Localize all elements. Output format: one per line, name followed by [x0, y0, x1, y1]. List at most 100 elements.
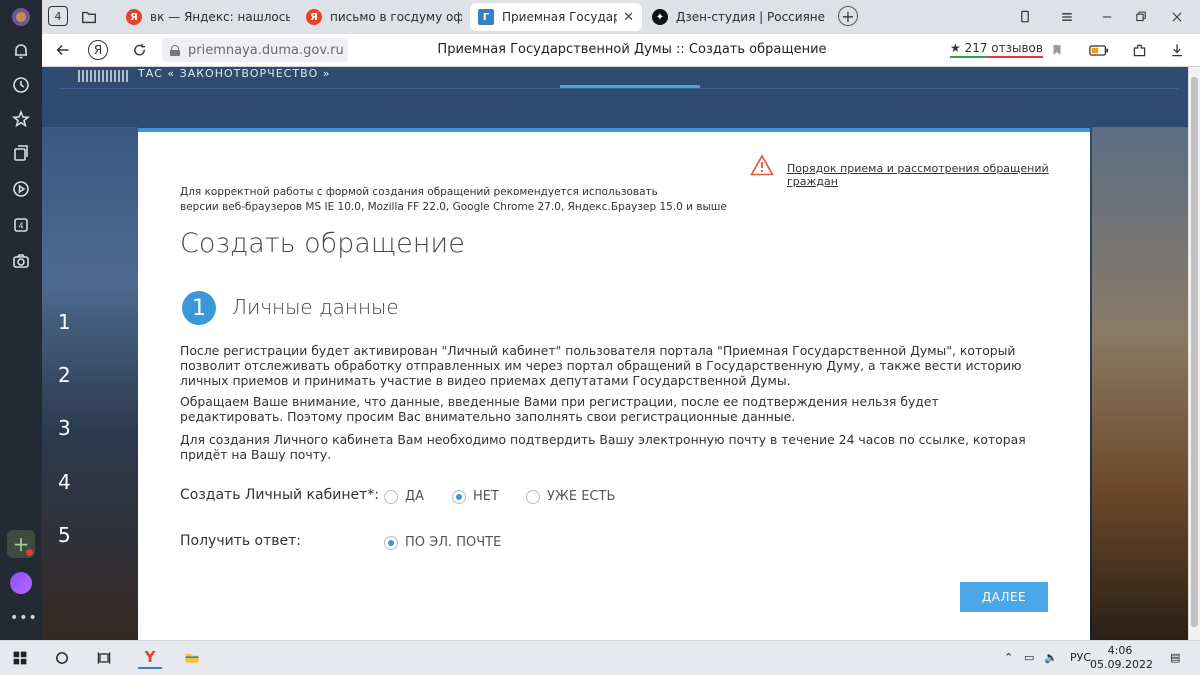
menu-icon[interactable] [1056, 6, 1078, 28]
restore-icon[interactable] [1130, 6, 1152, 28]
minimize-icon[interactable] [1096, 6, 1118, 28]
add-panel-button[interactable]: + [7, 530, 35, 558]
battery-tray-icon[interactable]: ▭ [1024, 651, 1034, 664]
info-paragraph: Обращаем Ваше внимание, что данные, введ… [180, 394, 939, 424]
tab-title: Приемная Государстве [502, 10, 618, 24]
tab-yandex-search[interactable]: Я вк — Яндекс: нашлось 69 [118, 3, 298, 31]
file-explorer-icon[interactable] [180, 647, 204, 669]
step-2[interactable]: 2 [58, 363, 71, 387]
form-card: Порядок приема и рассмотрения обращений … [138, 128, 1090, 640]
tab-dzen-studio[interactable]: ✦ Дзен-студия | Россияне до [644, 3, 834, 31]
answer-label: Получить ответ: [180, 533, 302, 549]
radio-cabinet-no[interactable]: НЕТ [452, 489, 499, 504]
url-text: priemnaya.duma.gov.ru [188, 42, 344, 58]
yandex-icon: Я [126, 9, 142, 25]
clock-time: 4:06 [1107, 644, 1133, 657]
yandex-home-icon[interactable]: Я [88, 40, 108, 60]
hint-line: Для корректной работы с формой создания … [180, 186, 658, 198]
alice-assistant-icon[interactable] [10, 572, 32, 594]
yandex-browser-taskbar-icon[interactable]: Y [138, 647, 162, 669]
screenshot-icon[interactable] [8, 248, 34, 274]
back-arrow-icon[interactable] [52, 39, 74, 61]
duma-site-icon: Г [478, 9, 494, 25]
site-header-strip: ТАС « ЗАКОНОТВОРЧЕСТВО » [60, 67, 1178, 89]
collections-icon[interactable] [8, 140, 34, 166]
city-photo-left [42, 127, 138, 640]
step-5[interactable]: 5 [58, 523, 71, 547]
bookmark-icon[interactable] [1046, 39, 1068, 61]
step-3[interactable]: 3 [58, 416, 71, 440]
step-number-badge: 1 [182, 291, 216, 325]
lock-icon [170, 44, 180, 56]
form-title: Создать обращение [180, 228, 465, 259]
dzen-icon: ✦ [652, 9, 668, 25]
procedure-link[interactable]: Порядок приема и рассмотрения обращений … [787, 162, 1090, 188]
radio-label: ДА [405, 489, 425, 504]
star-icon[interactable] [8, 106, 34, 132]
radio-circle[interactable] [384, 535, 398, 550]
radio-circle[interactable] [452, 489, 466, 504]
close-window-icon[interactable] [1166, 6, 1188, 28]
tab-letter-search[interactable]: Я письмо в госдуму официа [298, 3, 470, 31]
next-button[interactable]: ДАЛЕЕ [960, 582, 1048, 612]
radio-label: НЕТ [473, 489, 499, 504]
page-title: Приемная Государственной Думы :: Создать… [437, 42, 827, 57]
profile-avatar[interactable] [8, 4, 34, 30]
tab-title: письмо в госдуму официа [330, 10, 462, 24]
duma-logo [78, 70, 128, 82]
url-input[interactable]: priemnaya.duma.gov.ru [162, 38, 348, 62]
task-view-icon[interactable] [92, 647, 116, 669]
tab-manager-icon[interactable] [1014, 6, 1036, 28]
browser-requirements-hint: Для корректной работы с формой создания … [180, 185, 727, 215]
video-icon[interactable] [8, 176, 34, 202]
volume-icon[interactable]: 🔈 [1044, 651, 1058, 664]
radio-label: ПО ЭЛ. ПОЧТЕ [405, 535, 502, 550]
battery-icon[interactable] [1088, 39, 1110, 61]
yandex-icon: Я [306, 9, 322, 25]
tab-count-icon[interactable]: 4 [8, 212, 34, 238]
warning-icon [750, 154, 774, 176]
active-menu-indicator [560, 85, 700, 88]
notification-dot [26, 549, 33, 556]
svg-text:4: 4 [18, 222, 23, 231]
page-scrollbar[interactable] [1188, 67, 1200, 640]
close-tab-icon[interactable]: ✕ [623, 10, 634, 25]
radio-label: УЖЕ ЕСТЬ [547, 489, 616, 504]
radio-circle[interactable] [526, 489, 540, 504]
scrollbar-thumb[interactable] [1191, 77, 1198, 627]
tab-title: Дзен-студия | Россияне до [676, 10, 826, 24]
info-paragraph: После регистрации будет активирован "Лич… [180, 343, 1022, 388]
clock[interactable]: 4:06 05.09.2022 [1090, 644, 1153, 672]
step-1[interactable]: 1 [58, 310, 71, 334]
new-folder-icon[interactable] [78, 6, 100, 28]
search-circle-icon[interactable] [50, 647, 74, 669]
tray-chevron-icon[interactable]: ⌃ [1004, 651, 1013, 664]
info-paragraph: Для создания Личного кабинета Вам необхо… [180, 432, 1026, 462]
radio-cabinet-yes[interactable]: ДА [384, 489, 424, 504]
step-title: Личные данные [232, 295, 399, 319]
history-icon[interactable] [8, 72, 34, 98]
header-tagline: ТАС « ЗАКОНОТВОРЧЕСТВО » [138, 67, 331, 80]
new-tab-button[interactable]: + [838, 6, 858, 26]
radio-circle[interactable] [384, 489, 398, 504]
notifications-icon[interactable]: ▤ [1170, 651, 1180, 664]
address-bar: Я priemnaya.duma.gov.ru Приемная Государ… [42, 34, 1200, 67]
reviews-badge[interactable]: ★ 217 отзывов [950, 41, 1043, 58]
step-4[interactable]: 4 [58, 470, 71, 494]
hint-line: версии веб-браузеров MS IE 10.0, Mozilla… [180, 201, 727, 213]
windows-taskbar: Y ⌃ ▭ 🔈 РУС 4:06 05.09.2022 ▤ [0, 640, 1200, 675]
clock-date: 05.09.2022 [1090, 658, 1153, 671]
more-icon[interactable]: ••• [10, 610, 38, 626]
extensions-icon[interactable] [1128, 39, 1150, 61]
language-indicator[interactable]: РУС [1070, 651, 1091, 664]
reload-icon[interactable] [128, 39, 150, 61]
radio-answer-email[interactable]: ПО ЭЛ. ПОЧТЕ [384, 535, 501, 550]
tab-bar: 4 Я вк — Яндекс: нашлось 69 Я письмо в г… [42, 0, 1200, 34]
tab-duma-reception[interactable]: Г Приемная Государстве ✕ [470, 3, 642, 31]
bell-icon[interactable] [8, 38, 34, 64]
windows-start-icon[interactable] [8, 647, 32, 669]
download-icon[interactable] [1166, 39, 1188, 61]
cabinet-label: Создать Личный кабинет*: [180, 487, 379, 503]
tab-counter-button[interactable]: 4 [48, 6, 68, 26]
radio-cabinet-exists[interactable]: УЖЕ ЕСТЬ [526, 489, 615, 504]
